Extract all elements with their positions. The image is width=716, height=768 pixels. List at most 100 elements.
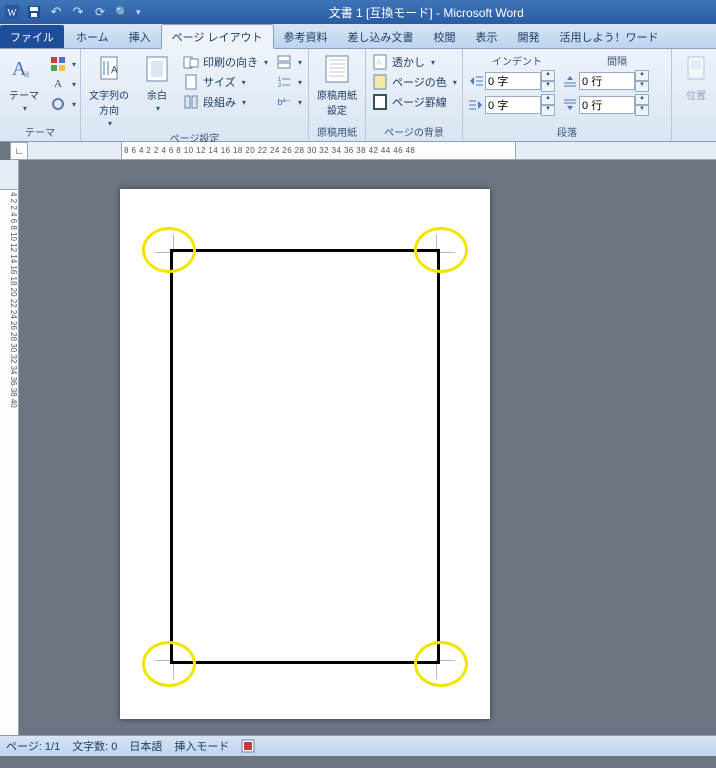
group-manuscript-title: 原稿用紙	[313, 124, 361, 141]
sync-icon[interactable]: ⟳	[92, 4, 108, 20]
indent-header: インデント	[467, 53, 567, 68]
theme-effects-button[interactable]: ▾	[48, 95, 78, 113]
space-before-spinner[interactable]: ▲▼	[561, 70, 649, 92]
theme-fonts-button[interactable]: A▾	[48, 75, 78, 93]
position-button[interactable]: 位置	[676, 51, 716, 104]
columns-label: 段組み	[203, 94, 236, 110]
word-icon: W	[4, 4, 20, 20]
v-ruler-strip[interactable]: 4 2 2 4 6 8 10 12 14 16 18 20 22 24 26 2…	[0, 189, 18, 735]
theme-colors-button[interactable]: ▾	[48, 55, 78, 73]
orientation-button[interactable]: 印刷の向き▾	[181, 53, 270, 71]
space-after-input[interactable]	[579, 96, 635, 114]
size-icon	[183, 74, 199, 90]
spin-down[interactable]: ▼	[541, 81, 555, 92]
indent-left-spinner[interactable]: ▲▼	[467, 70, 555, 92]
svg-text:A: A	[376, 58, 382, 67]
tab-view[interactable]: 表示	[466, 25, 508, 48]
spacing-header: 間隔	[567, 53, 667, 68]
tab-addin[interactable]: 活用しよう！ワード	[550, 25, 669, 48]
horizontal-ruler[interactable]: ∟ 8 6 4 2 2 4 6 8 10 12 14 16 18 20 22 2…	[28, 142, 716, 160]
watermark-label: 透かし	[392, 54, 425, 70]
tab-mailings[interactable]: 差し込み文書	[338, 25, 424, 48]
spin-up[interactable]: ▲	[541, 94, 555, 105]
spin-up[interactable]: ▲	[635, 94, 649, 105]
hyphenation-icon: bª⁻	[276, 94, 292, 110]
line-numbers-icon: 12	[276, 74, 292, 90]
page-color-button[interactable]: ページの色▾	[370, 73, 459, 91]
orientation-label: 印刷の向き	[203, 54, 258, 70]
status-bar: ページ: 1/1 文字数: 0 日本語 挿入モード	[0, 735, 716, 756]
spin-down[interactable]: ▼	[541, 105, 555, 116]
indent-right-icon	[467, 96, 485, 114]
redo-icon[interactable]: ↷	[70, 4, 86, 20]
h-ruler-strip[interactable]: 8 6 4 2 2 4 6 8 10 12 14 16 18 20 22 24 …	[121, 142, 516, 159]
spin-down[interactable]: ▼	[635, 105, 649, 116]
tab-selector[interactable]: ∟	[10, 142, 28, 160]
space-after-spinner[interactable]: ▲▼	[561, 94, 649, 116]
search-icon[interactable]: 🔍	[114, 4, 130, 20]
spin-up[interactable]: ▲	[635, 70, 649, 81]
indent-right-input[interactable]	[485, 96, 541, 114]
window-title: 文書 1 [互換モード] - Microsoft Word	[141, 4, 712, 21]
highlight-ellipse-tr	[414, 227, 468, 273]
chevron-down-icon: ▾	[23, 104, 27, 113]
font-icon: A	[50, 76, 66, 92]
size-label: サイズ	[203, 74, 236, 90]
group-page-setup: A 文字列の 方向 ▾ 余白 ▾ 印刷の向き▾ サイズ▾ 段組み▾ ▾ 12▾ …	[81, 49, 309, 141]
space-before-input[interactable]	[579, 72, 635, 90]
size-button[interactable]: サイズ▾	[181, 73, 270, 91]
document-page[interactable]	[120, 189, 490, 719]
themes-icon: Aa	[8, 53, 40, 85]
columns-button[interactable]: 段組み▾	[181, 93, 270, 111]
svg-text:2: 2	[278, 83, 282, 89]
page-color-icon	[372, 74, 388, 90]
tab-references[interactable]: 参考資料	[274, 25, 338, 48]
status-macro-icon[interactable]	[241, 739, 255, 753]
page-borders-button[interactable]: ページ罫線	[370, 93, 459, 111]
status-language[interactable]: 日本語	[129, 738, 162, 754]
status-insertmode[interactable]: 挿入モード	[174, 738, 229, 754]
undo-icon[interactable]: ↶	[48, 4, 64, 20]
group-manuscript: 原稿用紙 設定 原稿用紙	[309, 49, 366, 141]
text-direction-button[interactable]: A 文字列の 方向 ▾	[85, 51, 133, 130]
status-wordcount[interactable]: 文字数: 0	[72, 738, 117, 754]
document-workspace: 4 2 2 4 6 8 10 12 14 16 18 20 22 24 26 2…	[0, 160, 716, 735]
spin-up[interactable]: ▲	[541, 70, 555, 81]
position-label: 位置	[686, 87, 706, 102]
columns-icon	[183, 94, 199, 110]
space-before-icon	[561, 72, 579, 90]
margins-button[interactable]: 余白 ▾	[137, 51, 177, 115]
tab-file[interactable]: ファイル	[0, 25, 64, 48]
breaks-button[interactable]: ▾	[274, 53, 304, 71]
line-numbers-button[interactable]: 12▾	[274, 73, 304, 91]
tab-developer[interactable]: 開発	[508, 25, 550, 48]
page-borders-icon	[372, 94, 388, 110]
svg-text:W: W	[7, 8, 17, 19]
indent-left-input[interactable]	[485, 72, 541, 90]
tab-stop-icon: ∟	[15, 146, 24, 156]
page-color-label: ページの色	[392, 74, 447, 90]
spin-down[interactable]: ▼	[635, 81, 649, 92]
watermark-button[interactable]: A透かし▾	[370, 53, 459, 71]
status-page[interactable]: ページ: 1/1	[6, 738, 60, 754]
themes-button[interactable]: Aa テーマ ▾	[4, 51, 44, 115]
highlight-ellipse-br	[414, 641, 468, 687]
tab-home[interactable]: ホーム	[66, 25, 119, 48]
manuscript-icon	[321, 53, 353, 85]
ribbon: Aa テーマ ▾ ▾ A▾ ▾ テーマ A 文字列の 方向 ▾ 余白 ▾	[0, 49, 716, 142]
tab-review[interactable]: 校閲	[424, 25, 466, 48]
manuscript-label: 原稿用紙 設定	[317, 87, 357, 117]
svg-text:a: a	[24, 66, 30, 80]
indent-right-spinner[interactable]: ▲▼	[467, 94, 555, 116]
hyphenation-button[interactable]: bª⁻▾	[274, 93, 304, 111]
save-icon[interactable]	[26, 4, 42, 20]
themes-label: テーマ	[9, 87, 39, 102]
vertical-ruler[interactable]: 4 2 2 4 6 8 10 12 14 16 18 20 22 24 26 2…	[0, 160, 19, 735]
tab-insert[interactable]: 挿入	[119, 25, 161, 48]
manuscript-button[interactable]: 原稿用紙 設定	[313, 51, 361, 119]
orientation-icon	[183, 54, 199, 70]
tab-page-layout[interactable]: ページ レイアウト	[161, 24, 274, 49]
palette-icon	[50, 56, 66, 72]
space-after-icon	[561, 96, 579, 114]
page-border	[170, 249, 440, 664]
